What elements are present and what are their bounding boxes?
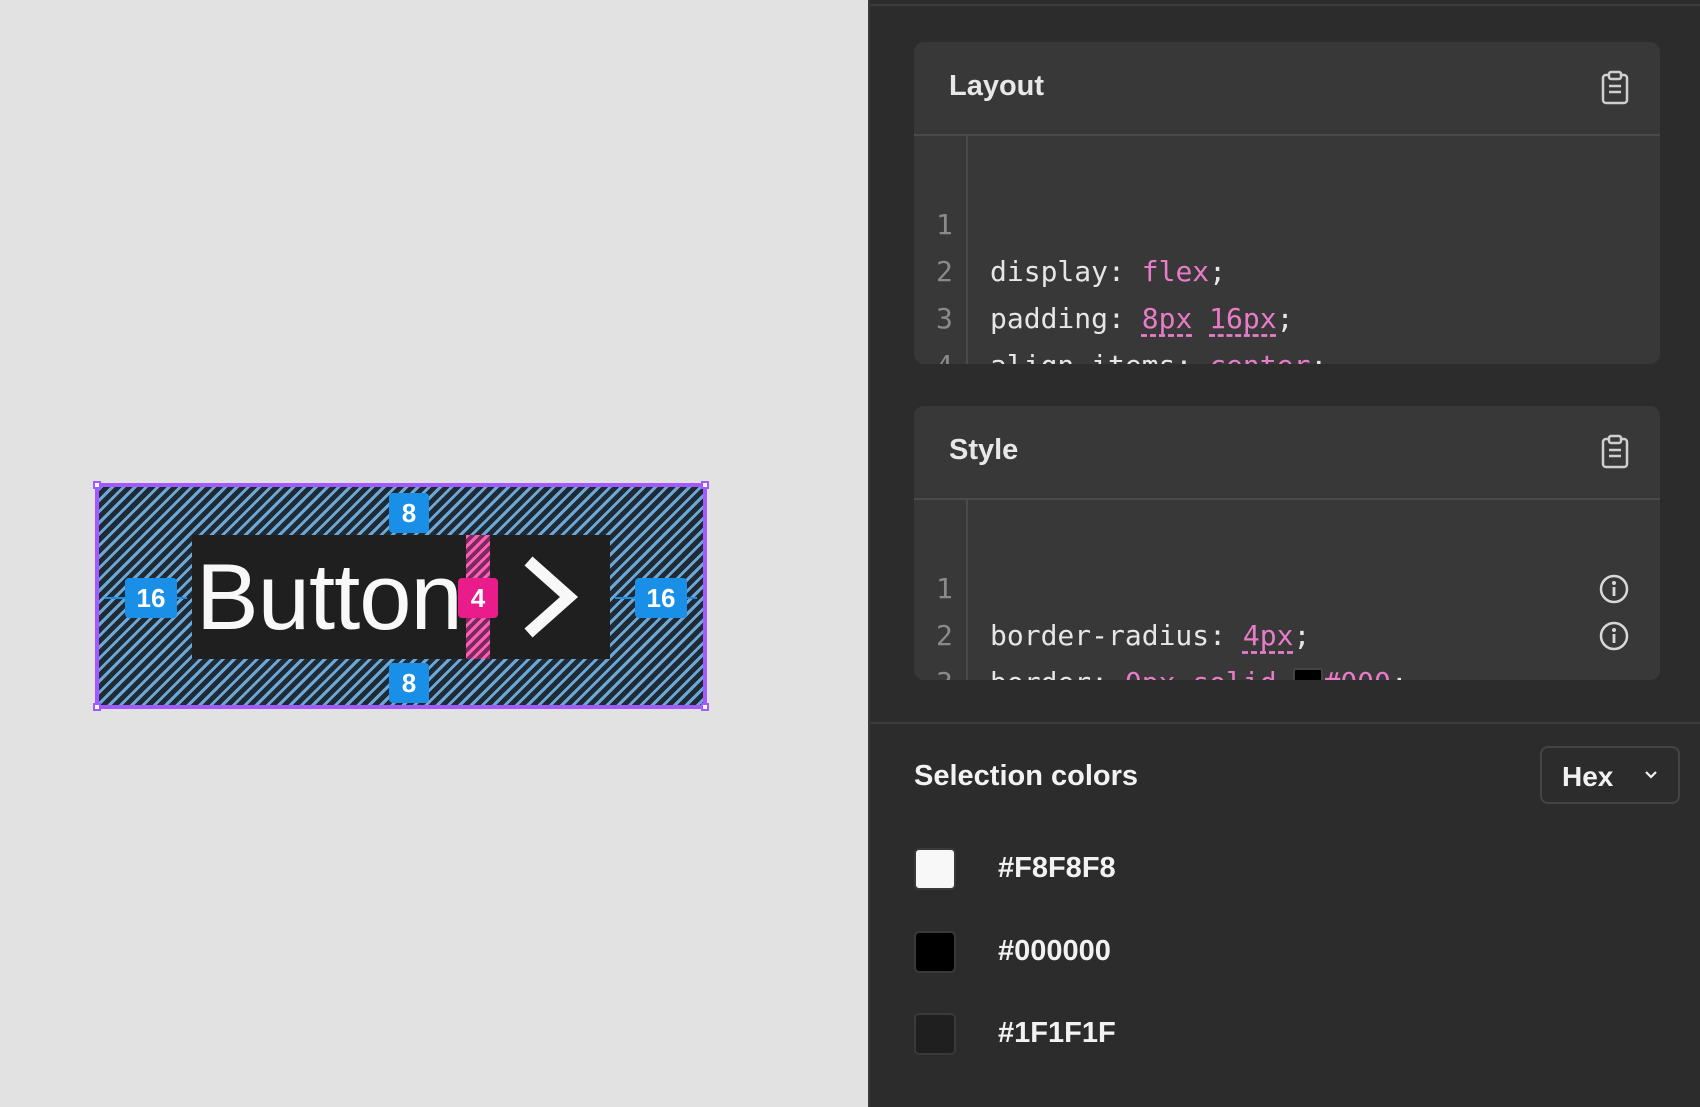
css-value: 0px: [1125, 666, 1176, 680]
inspect-panel: Layout 1 display: flex; 2 padding: 8px 1…: [868, 0, 1700, 1107]
css-value: solid: [1192, 666, 1276, 680]
css-value: flex: [1141, 255, 1210, 288]
button-label[interactable]: Button: [196, 527, 463, 667]
color-hex-label: #F8F8F8: [998, 852, 1116, 884]
padding-top-badge: 8: [389, 493, 429, 533]
info-icon[interactable]: [1598, 620, 1630, 652]
clipboard-icon[interactable]: [1600, 70, 1630, 106]
code-line: 4 gap: 4px;: [914, 295, 1083, 364]
section-divider: [870, 722, 1700, 724]
layout-title: Layout: [949, 70, 1045, 102]
style-card-header: Style: [914, 406, 1660, 500]
code-line: 2 padding: 8px 16px;: [914, 201, 1293, 335]
resize-handle-top-left[interactable]: [93, 481, 101, 489]
panel-divider: [870, 4, 1700, 6]
code-line: 3 background: #1F1F1F;: [914, 612, 1660, 680]
css-value: center: [1209, 349, 1310, 364]
css-value-token[interactable]: 16px: [1209, 302, 1276, 335]
padding-bottom-badge: 8: [389, 663, 429, 703]
app-window: Button 8 8 16 16 4 Layout 1 display: fle…: [0, 0, 1700, 1107]
color-swatch: [914, 1013, 956, 1055]
line-number: 4: [936, 342, 956, 364]
color-swatch: [914, 848, 956, 890]
selection-colors-title: Selection colors: [914, 760, 1139, 792]
resize-handle-bottom-right[interactable]: [701, 703, 709, 711]
code-line: 2 border: 0px solid #000;: [914, 565, 1660, 680]
css-color-value: #000: [1323, 666, 1390, 680]
padding-left-badge: 16: [125, 578, 177, 618]
chevron-down-icon: [1645, 771, 1657, 779]
style-title: Style: [949, 434, 1019, 466]
resize-handle-bottom-left[interactable]: [93, 703, 101, 711]
selected-frame[interactable]: Button 8 8 16 16 4: [93, 481, 709, 711]
style-code-block: 1 border-radius: 4px; 2 border: 0px soli…: [914, 500, 1660, 680]
line-number: 3: [936, 659, 956, 680]
color-hex-label: #000000: [998, 935, 1111, 967]
design-canvas[interactable]: Button 8 8 16 16 4: [0, 0, 868, 1107]
color-format-dropdown[interactable]: Hex: [1540, 746, 1680, 804]
layout-card: Layout 1 display: flex; 2 padding: 8px 1…: [914, 42, 1660, 364]
info-icon[interactable]: [1598, 573, 1630, 605]
chevron-right-icon: [524, 556, 579, 638]
gap-badge: 4: [458, 578, 498, 618]
layout-code-block: 1 display: flex; 2 padding: 8px 16px; 3 …: [914, 136, 1660, 364]
clipboard-icon[interactable]: [1600, 434, 1630, 470]
css-value-token[interactable]: 8px: [1142, 302, 1193, 335]
color-swatch: [914, 931, 956, 973]
color-swatch: [1293, 668, 1324, 680]
resize-handle-top-right[interactable]: [701, 481, 709, 489]
padding-right-badge: 16: [635, 578, 687, 618]
code-line: 3 align-items: center;: [914, 248, 1327, 364]
layout-card-header: Layout: [914, 42, 1660, 136]
color-format-value: Hex: [1562, 761, 1614, 792]
style-card: Style 1 border-radius: 4px; 2 border: 0p…: [914, 406, 1660, 680]
color-hex-label: #1F1F1F: [998, 1017, 1116, 1049]
code-line: 1 display: flex;: [914, 154, 1226, 288]
code-line: 1 border-radius: 4px;: [914, 518, 1310, 652]
